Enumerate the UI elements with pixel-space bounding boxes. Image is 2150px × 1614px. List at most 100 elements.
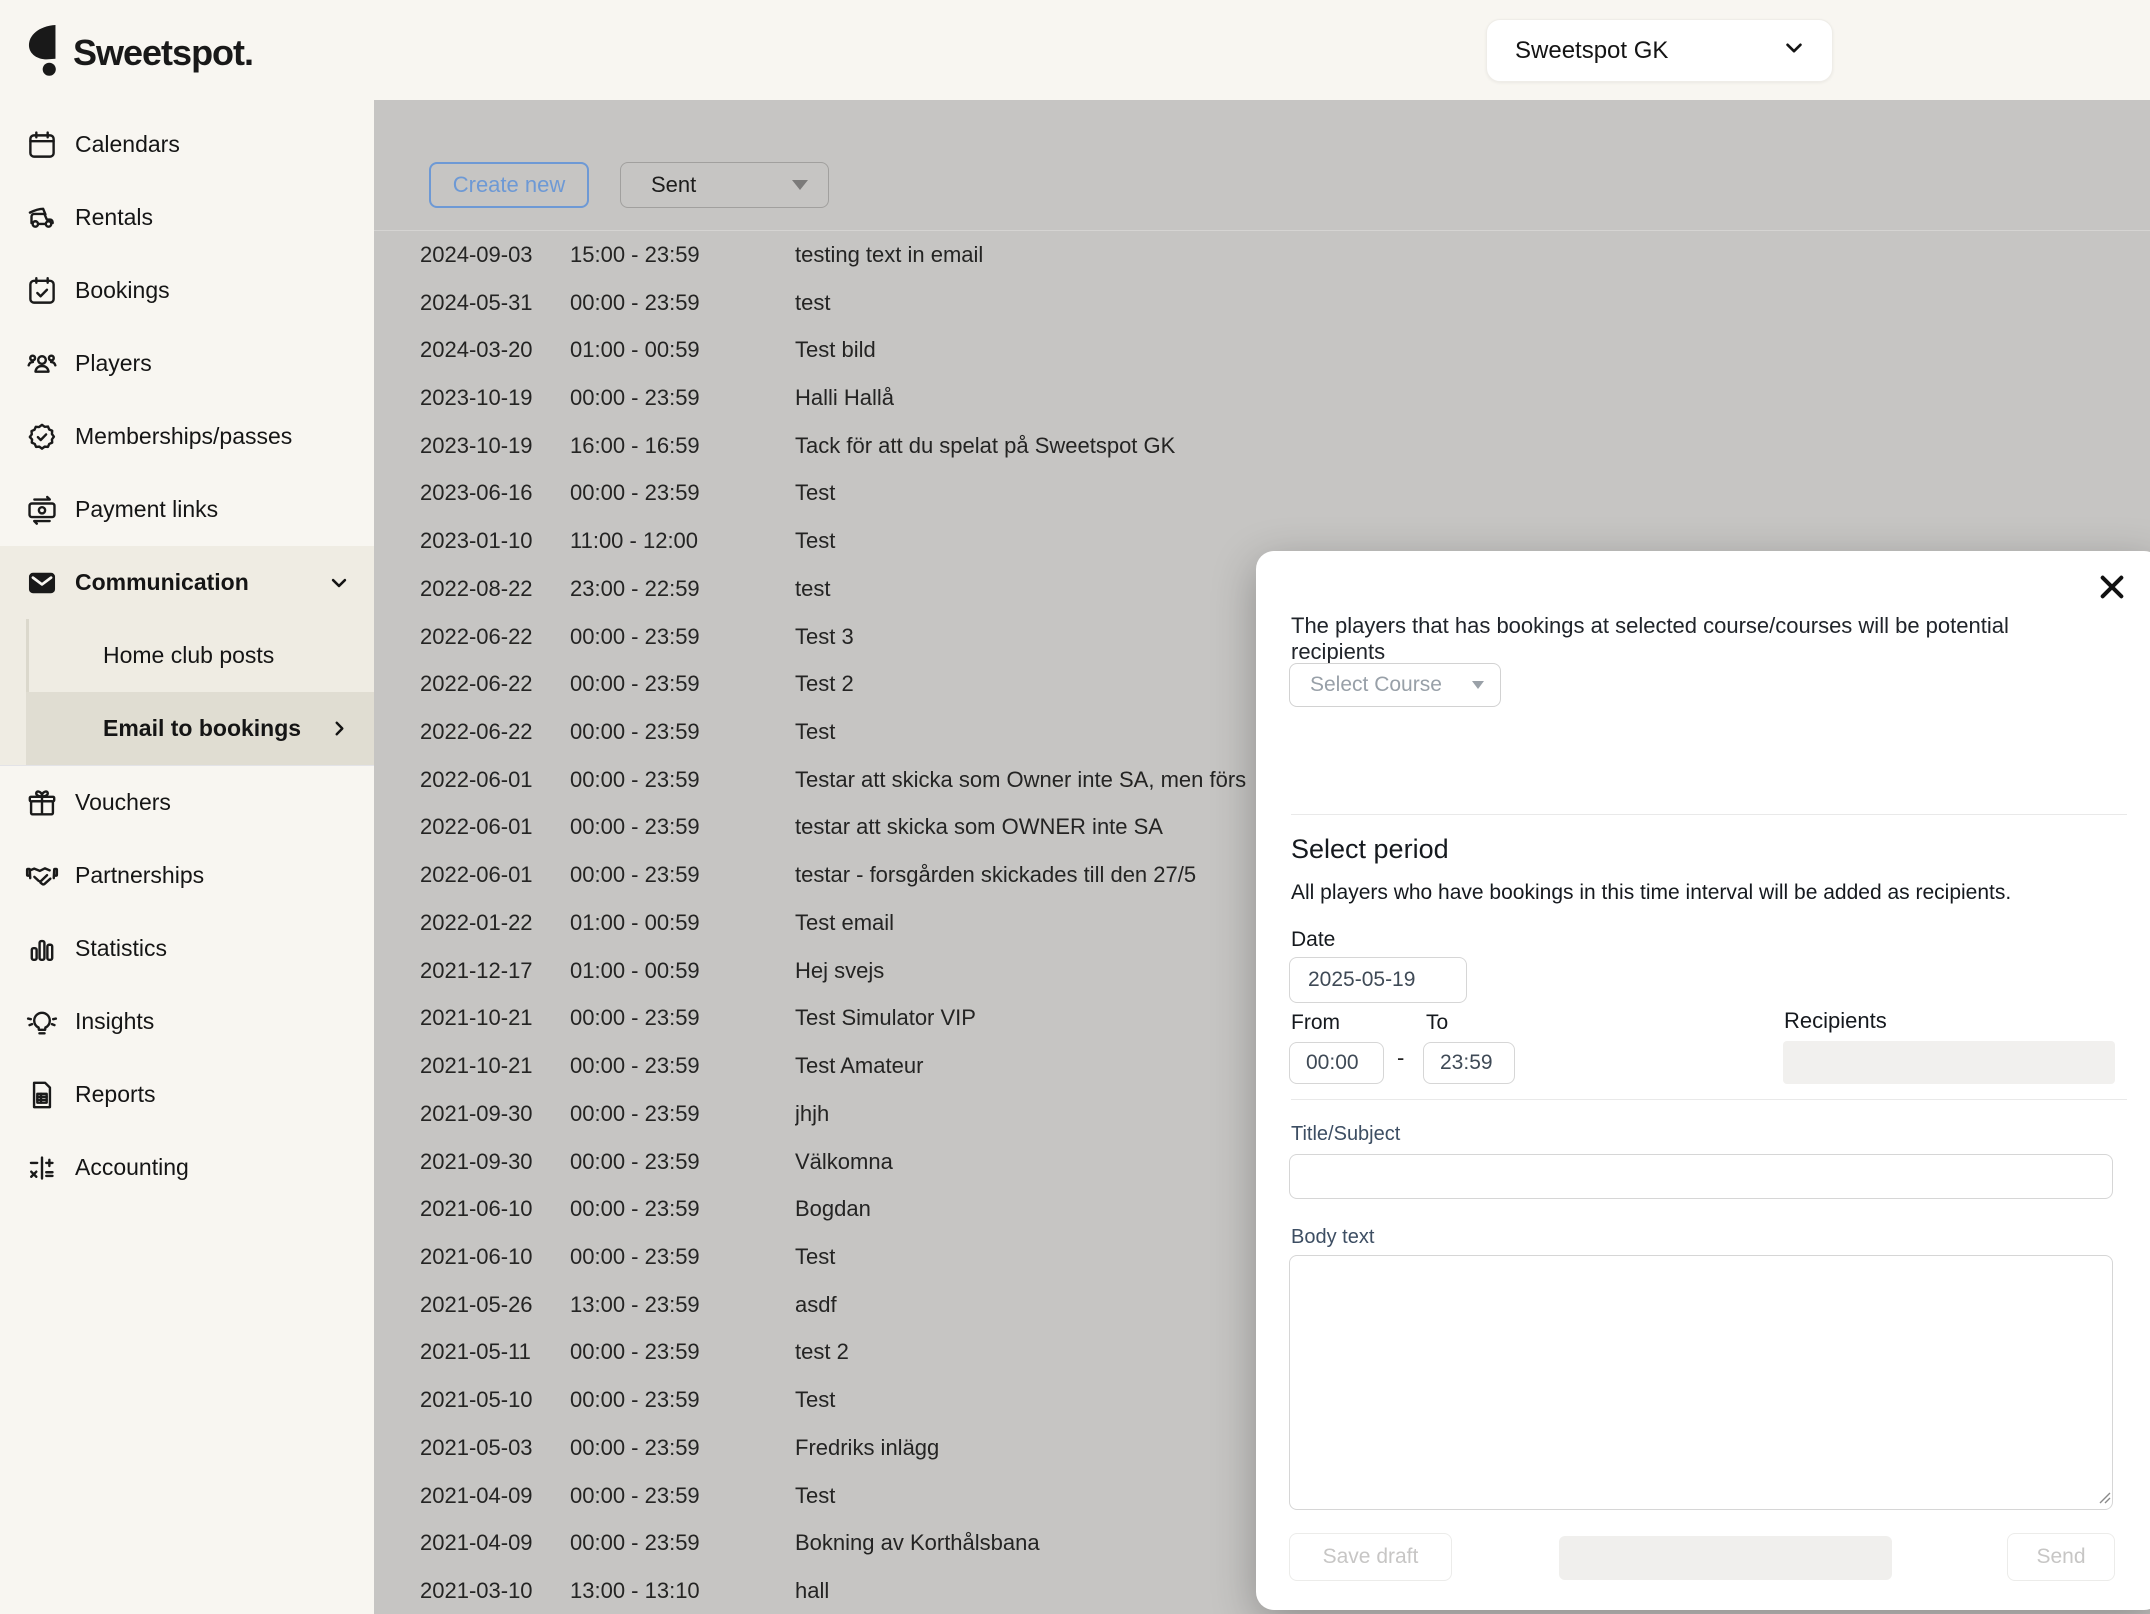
sidebar-item-label: Calendars	[75, 131, 180, 158]
table-row[interactable]: 2024-09-03 15:00 - 23:59 testing text in…	[374, 231, 2150, 279]
row-time: 23:00 - 22:59	[570, 576, 795, 602]
sidebar-item-label: Rentals	[75, 204, 153, 231]
calendar-icon	[25, 128, 59, 162]
sidebar-item-label: Memberships/passes	[75, 423, 292, 450]
sidebar-item-label: Partnerships	[75, 862, 204, 889]
submenu-item-label: Home club posts	[103, 642, 274, 669]
caret-down-icon	[1472, 681, 1484, 689]
create-new-button[interactable]: Create new	[429, 162, 589, 208]
row-date: 2021-05-26	[420, 1292, 570, 1318]
row-date: 2021-06-10	[420, 1244, 570, 1270]
sidebar-item-insights[interactable]: Insights	[0, 985, 374, 1058]
row-time: 00:00 - 23:59	[570, 1530, 795, 1556]
bar-chart-icon	[25, 932, 59, 966]
sidebar-item-label: Reports	[75, 1081, 156, 1108]
row-date: 2022-06-01	[420, 767, 570, 793]
body-text-textarea[interactable]	[1289, 1255, 2113, 1510]
row-date: 2021-10-21	[420, 1053, 570, 1079]
chevron-down-icon	[326, 570, 352, 596]
date-label: Date	[1291, 928, 1335, 952]
course-select[interactable]: Select Course	[1289, 663, 1501, 707]
row-time: 00:00 - 23:59	[570, 385, 795, 411]
chevron-right-icon	[327, 716, 352, 741]
sidebar-item-partnerships[interactable]: Partnerships	[0, 839, 374, 912]
sidebar-item-label: Bookings	[75, 277, 170, 304]
sidebar-item-reports[interactable]: Reports	[0, 1058, 374, 1131]
row-date: 2021-12-17	[420, 958, 570, 984]
row-time: 13:00 - 13:10	[570, 1578, 795, 1604]
communication-section: Communication Home club posts Email to b…	[0, 546, 374, 766]
submenu-item-label: Email to bookings	[103, 715, 301, 742]
row-time: 00:00 - 23:59	[570, 862, 795, 888]
row-subject: Halli Hallå	[795, 385, 2150, 411]
sidebar-item-payment-links[interactable]: Payment links	[0, 473, 374, 546]
row-date: 2021-03-10	[420, 1578, 570, 1604]
envelope-icon	[25, 566, 59, 600]
row-date: 2022-01-22	[420, 910, 570, 936]
date-input[interactable]	[1289, 957, 1467, 1003]
close-icon[interactable]	[2096, 571, 2128, 603]
row-time: 00:00 - 23:59	[570, 480, 795, 506]
sidebar-item-statistics[interactable]: Statistics	[0, 912, 374, 985]
sidebar-item-label: Communication	[75, 569, 249, 596]
players-icon	[25, 347, 59, 381]
row-date: 2022-06-01	[420, 862, 570, 888]
row-time: 00:00 - 23:59	[570, 1053, 795, 1079]
row-date: 2021-05-11	[420, 1339, 570, 1365]
sidebar-item-label: Payment links	[75, 496, 218, 523]
recipients-input[interactable]	[1783, 1041, 2115, 1084]
sidebar-item-vouchers[interactable]: Vouchers	[0, 766, 374, 839]
save-draft-button[interactable]: Save draft	[1289, 1533, 1452, 1581]
row-date: 2021-09-30	[420, 1101, 570, 1127]
badge-check-icon	[25, 420, 59, 454]
golf-cart-icon	[25, 201, 59, 235]
row-date: 2023-01-10	[420, 528, 570, 554]
club-selector-dropdown[interactable]: Sweetspot GK	[1486, 19, 1833, 82]
table-row[interactable]: 2024-03-20 01:00 - 00:59 Test bild	[374, 326, 2150, 374]
recipients-label: Recipients	[1784, 1008, 1887, 1034]
status-filter-value: Sent	[651, 172, 792, 198]
row-time: 00:00 - 23:59	[570, 719, 795, 745]
email-to-bookings-modal: The players that has bookings at selecte…	[1256, 551, 2150, 1610]
table-row[interactable]: 2023-10-19 00:00 - 23:59 Halli Hallå	[374, 374, 2150, 422]
sidebar-item-calendars[interactable]: Calendars	[0, 108, 374, 181]
row-date: 2023-10-19	[420, 385, 570, 411]
row-time: 00:00 - 23:59	[570, 814, 795, 840]
gift-icon	[25, 786, 59, 820]
body-text-label: Body text	[1291, 1226, 1374, 1249]
sidebar-item-email-to-bookings[interactable]: Email to bookings	[26, 692, 374, 765]
row-date: 2021-09-30	[420, 1149, 570, 1175]
from-time-input[interactable]	[1289, 1042, 1384, 1084]
modal-secondary-action[interactable]	[1559, 1536, 1892, 1580]
row-time: 00:00 - 23:59	[570, 1387, 795, 1413]
row-date: 2021-06-10	[420, 1196, 570, 1222]
sidebar-item-home-club-posts[interactable]: Home club posts	[26, 619, 374, 692]
sidebar-item-communication[interactable]: Communication	[0, 546, 374, 619]
sidebar-item-label: Statistics	[75, 935, 167, 962]
row-time: 11:00 - 12:00	[570, 528, 795, 554]
send-button[interactable]: Send	[2007, 1533, 2115, 1581]
to-label: To	[1426, 1011, 1448, 1035]
logo-text: Sweetspot.	[73, 32, 253, 74]
select-period-title: Select period	[1291, 834, 1449, 865]
table-row[interactable]: 2023-06-16 00:00 - 23:59 Test	[374, 470, 2150, 518]
sidebar-item-players[interactable]: Players	[0, 327, 374, 400]
table-row[interactable]: 2024-05-31 00:00 - 23:59 test	[374, 279, 2150, 327]
sidebar-item-label: Insights	[75, 1008, 154, 1035]
row-time: 00:00 - 23:59	[570, 290, 795, 316]
table-row[interactable]: 2023-10-19 16:00 - 16:59 Tack för att du…	[374, 422, 2150, 470]
title-subject-input[interactable]	[1289, 1154, 2113, 1199]
sidebar-item-bookings[interactable]: Bookings	[0, 254, 374, 327]
row-time: 00:00 - 23:59	[570, 1483, 795, 1509]
row-time: 15:00 - 23:59	[570, 242, 795, 268]
sidebar-item-accounting[interactable]: Accounting	[0, 1131, 374, 1204]
chevron-down-icon	[1780, 34, 1808, 67]
sidebar-item-rentals[interactable]: Rentals	[0, 181, 374, 254]
row-time: 00:00 - 23:59	[570, 1339, 795, 1365]
calendar-check-icon	[25, 274, 59, 308]
row-subject: test	[795, 290, 2150, 316]
to-time-input[interactable]	[1423, 1042, 1515, 1084]
sidebar-item-memberships-passes[interactable]: Memberships/passes	[0, 400, 374, 473]
status-filter-select[interactable]: Sent	[620, 162, 829, 208]
report-icon	[25, 1078, 59, 1112]
